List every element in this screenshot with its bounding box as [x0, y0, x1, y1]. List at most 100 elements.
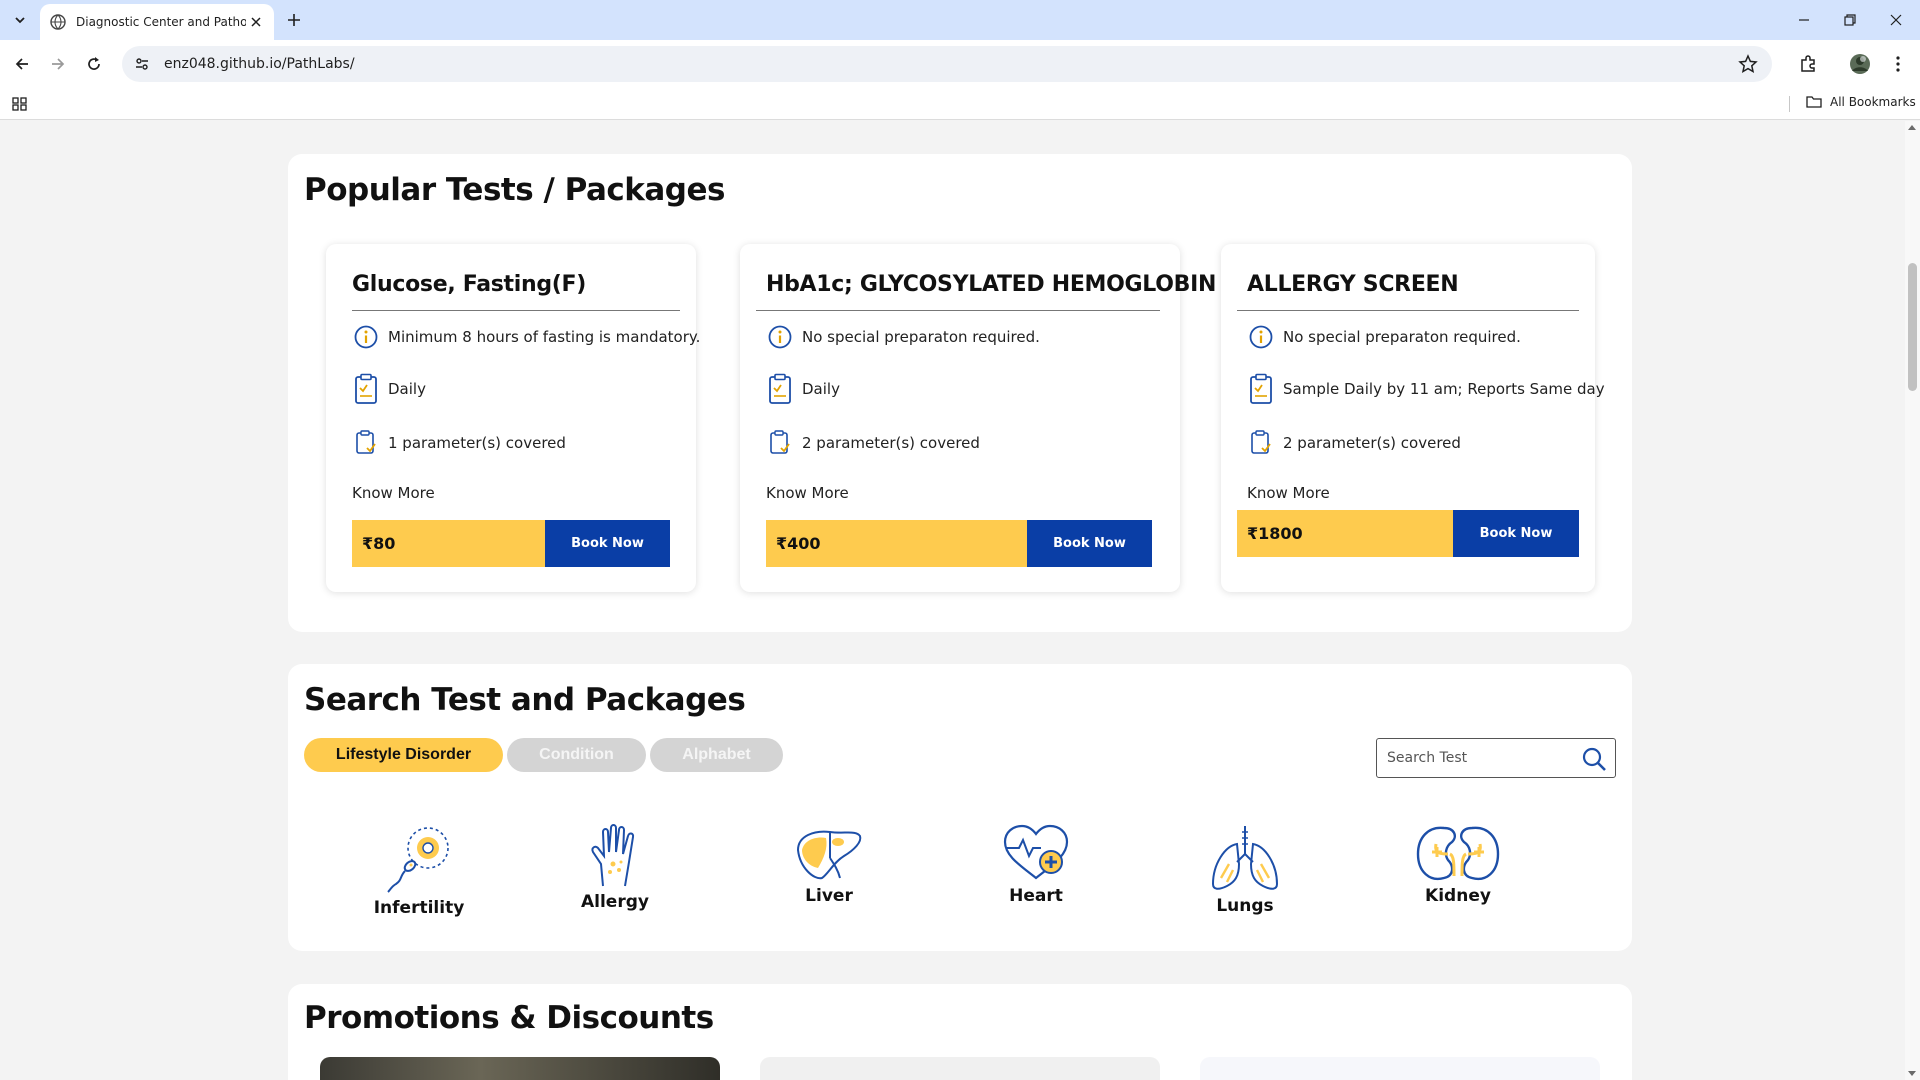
- test-params-text: 2 parameter(s) covered: [1283, 434, 1461, 452]
- book-now-button[interactable]: Book Now: [1027, 520, 1152, 567]
- tab-title: Diagnostic Center and Patholo: [76, 15, 246, 29]
- scroll-up-arrow-icon[interactable]: [1908, 125, 1916, 130]
- reload-icon[interactable]: [82, 52, 106, 76]
- test-card-hba1c: HbA1c; GLYCOSYLATED HEMOGLOBIN No specia…: [740, 244, 1216, 592]
- test-card-title: ALLERGY SCREEN: [1247, 272, 1459, 297]
- category-allergy[interactable]: Allergy: [560, 824, 670, 912]
- back-arrow-icon[interactable]: [10, 52, 34, 76]
- scrollbar-thumb[interactable]: [1908, 263, 1917, 391]
- category-infertility[interactable]: Infertility: [364, 824, 474, 918]
- price-bar: ₹1800 Book Now: [1237, 510, 1579, 557]
- folder-icon: [1806, 94, 1822, 110]
- know-more-link[interactable]: Know More: [766, 484, 849, 502]
- bookmarks-bar: All Bookmarks: [0, 88, 1920, 120]
- test-schedule-text: Sample Daily by 11 am; Reports Same day: [1283, 380, 1605, 398]
- report-check-icon: [766, 428, 794, 458]
- tab-alphabet[interactable]: Alphabet: [650, 738, 783, 772]
- search-icon[interactable]: [1581, 746, 1607, 772]
- test-schedule-row: Daily: [352, 373, 426, 404]
- clipboard-check-icon: [1247, 373, 1275, 404]
- promotion-card-image[interactable]: [320, 1057, 720, 1080]
- category-kidney[interactable]: Kidney: [1403, 824, 1513, 906]
- popular-tests-title: Popular Tests / Packages: [304, 172, 725, 208]
- tab-search-dropdown-icon[interactable]: [8, 8, 32, 32]
- all-bookmarks-button[interactable]: All Bookmarks: [1806, 94, 1916, 110]
- test-price: ₹80: [352, 520, 545, 567]
- profile-avatar-icon[interactable]: [1848, 52, 1872, 76]
- sperm-egg-icon: [364, 824, 474, 894]
- site-info-icon[interactable]: [132, 54, 152, 74]
- category-label: Allergy: [581, 892, 649, 912]
- test-info-text: Minimum 8 hours of fasting is mandatory.: [388, 328, 701, 346]
- test-info-row: Minimum 8 hours of fasting is mandatory.: [352, 322, 700, 352]
- category-heart[interactable]: Heart: [981, 824, 1091, 906]
- card-divider: [756, 310, 1160, 311]
- category-lungs[interactable]: Lungs: [1190, 824, 1300, 916]
- search-test-input[interactable]: [1387, 750, 1577, 766]
- book-now-button[interactable]: Book Now: [545, 520, 670, 567]
- promotion-card[interactable]: [1200, 1057, 1600, 1080]
- test-info-row: No special preparaton required.: [1247, 322, 1521, 352]
- apps-grid-icon[interactable]: [12, 96, 28, 112]
- know-more-link[interactable]: Know More: [352, 484, 435, 502]
- bookmark-star-icon[interactable]: [1738, 54, 1758, 74]
- test-schedule-text: Daily: [802, 380, 840, 398]
- info-icon: [352, 322, 380, 352]
- know-more-link[interactable]: Know More: [1247, 484, 1330, 502]
- price-bar: ₹400 Book Now: [766, 520, 1152, 567]
- price-bar: ₹80 Book Now: [352, 520, 670, 567]
- info-icon: [766, 322, 794, 352]
- minimize-icon[interactable]: [1790, 6, 1818, 34]
- test-schedule-text: Daily: [388, 380, 426, 398]
- search-test-box[interactable]: [1376, 738, 1616, 778]
- browser-toolbar: enz048.github.io/PathLabs/: [0, 40, 1920, 88]
- close-window-icon[interactable]: [1882, 6, 1910, 34]
- browser-tab-bar: Diagnostic Center and Patholo: [0, 0, 1920, 40]
- test-schedule-row: Daily: [766, 373, 840, 404]
- category-liver[interactable]: Liver: [774, 824, 884, 906]
- test-info-text: No special preparaton required.: [1283, 328, 1521, 346]
- info-icon: [1247, 322, 1275, 352]
- bookmarks-separator: [1789, 96, 1790, 112]
- category-label: Liver: [805, 886, 853, 906]
- globe-icon: [50, 14, 66, 30]
- all-bookmarks-label: All Bookmarks: [1830, 95, 1916, 109]
- card-divider: [1237, 310, 1579, 311]
- report-check-icon: [352, 428, 380, 458]
- scroll-down-arrow-icon[interactable]: [1908, 1071, 1916, 1076]
- test-params-row: 2 parameter(s) covered: [766, 428, 980, 458]
- clipboard-check-icon: [766, 373, 794, 404]
- browser-menu-icon[interactable]: [1886, 52, 1910, 76]
- new-tab-plus-icon[interactable]: [282, 8, 306, 32]
- tab-condition[interactable]: Condition: [507, 738, 646, 772]
- test-info-row: No special preparaton required.: [766, 322, 1040, 352]
- category-label: Lungs: [1216, 896, 1274, 916]
- test-params-row: 2 parameter(s) covered: [1247, 428, 1461, 458]
- test-params-row: 1 parameter(s) covered: [352, 428, 566, 458]
- close-tab-icon[interactable]: [248, 14, 264, 30]
- test-card-glucose: Glucose, Fasting(F) Minimum 8 hours of f…: [326, 244, 700, 592]
- test-card-title: Glucose, Fasting(F): [352, 272, 587, 297]
- test-info-text: No special preparaton required.: [802, 328, 1040, 346]
- test-schedule-row: Sample Daily by 11 am; Reports Same day: [1247, 373, 1605, 404]
- category-label: Heart: [1009, 886, 1063, 906]
- promotion-card[interactable]: [760, 1057, 1160, 1080]
- promotions-title: Promotions & Discounts: [304, 1000, 714, 1036]
- test-card-title: HbA1c; GLYCOSYLATED HEMOGLOBIN: [766, 272, 1217, 297]
- allergy-hand-icon: [560, 824, 670, 888]
- card-divider: [352, 310, 680, 311]
- page-viewport: Popular Tests / Packages Glucose, Fastin…: [0, 121, 1905, 1080]
- forward-arrow-icon[interactable]: [46, 52, 70, 76]
- restore-icon[interactable]: [1836, 6, 1864, 34]
- tab-lifestyle-disorder[interactable]: Lifestyle Disorder: [304, 738, 503, 772]
- category-label: Infertility: [373, 898, 465, 918]
- extensions-puzzle-icon[interactable]: [1796, 52, 1820, 76]
- popular-tests-section: Popular Tests / Packages Glucose, Fastin…: [288, 154, 1632, 632]
- test-price: ₹1800: [1237, 510, 1453, 557]
- page-scrollbar[interactable]: [1905, 121, 1920, 1080]
- test-card-allergy: ALLERGY SCREEN No special preparaton req…: [1221, 244, 1605, 592]
- address-bar[interactable]: enz048.github.io/PathLabs/: [122, 46, 1772, 82]
- test-params-text: 2 parameter(s) covered: [802, 434, 980, 452]
- book-now-button[interactable]: Book Now: [1453, 510, 1579, 557]
- browser-tab-active[interactable]: Diagnostic Center and Patholo: [40, 4, 274, 40]
